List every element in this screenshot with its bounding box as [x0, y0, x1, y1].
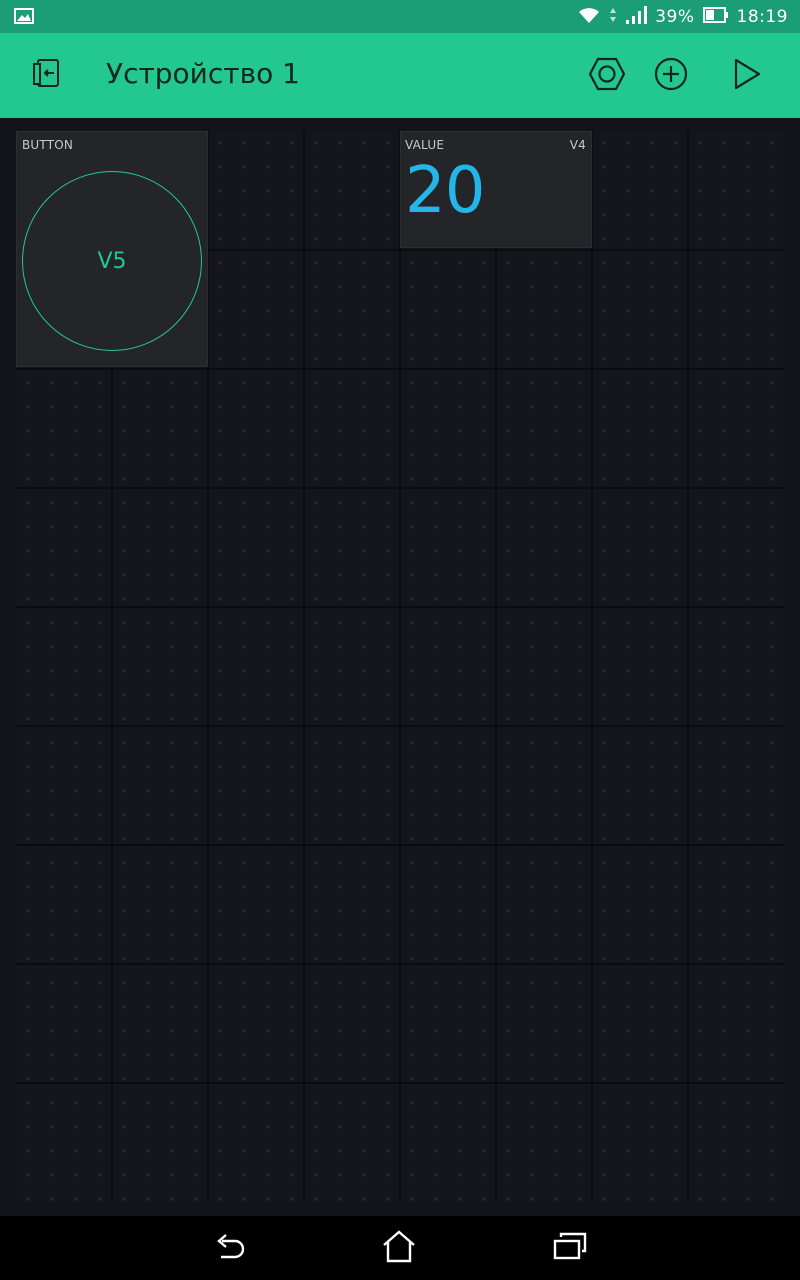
- grid-line: [16, 963, 784, 965]
- widget-label: VALUE: [405, 138, 445, 152]
- plus-circle-icon: [654, 57, 688, 95]
- recents-button[interactable]: [552, 1230, 588, 1266]
- clock: 18:19: [736, 6, 788, 27]
- home-icon: [381, 1229, 417, 1267]
- pin-label: V5: [97, 248, 127, 274]
- grid-line: [16, 368, 784, 370]
- hexagon-nut-icon: [588, 57, 626, 95]
- grid-line: [16, 487, 784, 489]
- value-display-widget[interactable]: VALUE V4 20: [400, 131, 592, 248]
- grid-line: [16, 1082, 784, 1084]
- back-icon: [213, 1231, 247, 1265]
- widget-label: BUTTON: [22, 138, 74, 152]
- recents-icon: [552, 1231, 588, 1265]
- image-icon: [14, 8, 34, 28]
- wifi-icon: [577, 5, 601, 29]
- value-readout: 20: [405, 154, 485, 228]
- battery-icon: [702, 6, 729, 28]
- add-widget-button[interactable]: [650, 55, 692, 97]
- app-toolbar: Устройство 1: [0, 33, 800, 118]
- device-switch-icon: [32, 57, 66, 95]
- back-button[interactable]: [212, 1230, 248, 1266]
- grid-line: [16, 606, 784, 608]
- grid-line: [16, 844, 784, 846]
- grid-line: [16, 725, 784, 727]
- pin-label: V4: [569, 138, 586, 152]
- button-widget[interactable]: BUTTON V5: [16, 131, 208, 367]
- device-switch-button[interactable]: [28, 55, 70, 97]
- widget-canvas[interactable]: BUTTON V5 VALUE V4 20: [16, 131, 784, 1202]
- grid-line: [495, 131, 497, 1202]
- grid-line: [687, 131, 689, 1202]
- status-bar: 39% 18:19: [0, 0, 800, 33]
- grid-line: [303, 131, 305, 1202]
- push-button[interactable]: V5: [22, 171, 202, 351]
- settings-button[interactable]: [586, 55, 628, 97]
- data-arrows-icon: [609, 6, 617, 28]
- play-icon: [732, 57, 762, 95]
- page-title: Устройство 1: [106, 57, 300, 90]
- navigation-bar: [0, 1216, 800, 1280]
- home-button[interactable]: [381, 1230, 417, 1266]
- grid-line: [591, 131, 593, 1202]
- grid-line: [399, 131, 401, 1202]
- signal-icon: [625, 5, 648, 29]
- battery-percent: 39%: [655, 6, 695, 27]
- play-button[interactable]: [726, 55, 768, 97]
